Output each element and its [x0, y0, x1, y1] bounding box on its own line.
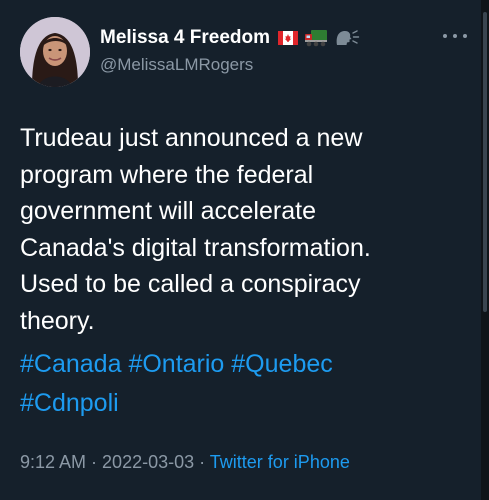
avatar-image — [20, 17, 90, 87]
hashtag-link[interactable]: #Canada — [20, 350, 121, 378]
tweet-metadata: 9:12 AM · 2022-03-03 · Twitter for iPhon… — [20, 452, 350, 473]
name-row: Melissa 4 Freedom — [100, 26, 360, 50]
user-handle[interactable]: @MelissaLMRogers — [100, 55, 360, 75]
tweet-text-line: Canada's digital transformation. — [20, 233, 371, 262]
tweet-date[interactable]: 2022-03-03 — [102, 452, 194, 472]
more-horizontal-icon — [443, 34, 447, 38]
hashtag-link[interactable]: #Cdnpoli — [20, 389, 119, 417]
tweet-text-line: Trudeau just announced a new — [20, 124, 363, 152]
tweet-text-line: Used to be called a conspiracy — [20, 270, 361, 299]
meta-separator: · — [194, 452, 210, 472]
scrollbar[interactable] — [481, 0, 489, 500]
tweet-card: Melissa 4 Freedom @MelissaLMRogers Trude… — [0, 0, 489, 500]
canada-flag-icon — [278, 31, 299, 45]
tweet-text-line: program where the federal — [20, 160, 314, 189]
tweet-time[interactable]: 9:12 AM — [20, 452, 86, 472]
tweet-text: Trudeau just announced a new program whe… — [20, 120, 460, 340]
tweet-header: Melissa 4 Freedom @MelissaLMRogers — [100, 26, 360, 75]
more-horizontal-icon — [453, 34, 457, 38]
tweet-text-line: theory. — [20, 306, 95, 335]
hashtag-line: #Cdnpoli — [20, 384, 460, 423]
tweet-source-link[interactable]: Twitter for iPhone — [210, 452, 350, 472]
hashtag-list: #Canada #Ontario #Quebec #Cdnpoli — [20, 345, 460, 423]
more-horizontal-icon — [463, 34, 467, 38]
more-options-button[interactable] — [443, 28, 467, 44]
hashtag-link[interactable]: #Ontario — [128, 350, 224, 378]
hashtag-link[interactable]: #Quebec — [231, 350, 332, 378]
hashtag-line: #Canada #Ontario #Quebec — [20, 345, 460, 384]
scrollbar-thumb[interactable] — [483, 12, 487, 312]
meta-separator: · — [86, 452, 103, 472]
speaking-head-icon — [336, 30, 360, 45]
truck-icon — [305, 30, 328, 47]
name-emojis — [278, 29, 360, 47]
display-name[interactable]: Melissa 4 Freedom — [100, 27, 270, 49]
tweet-text-line: government will accelerate — [20, 197, 316, 226]
avatar[interactable] — [20, 17, 90, 87]
